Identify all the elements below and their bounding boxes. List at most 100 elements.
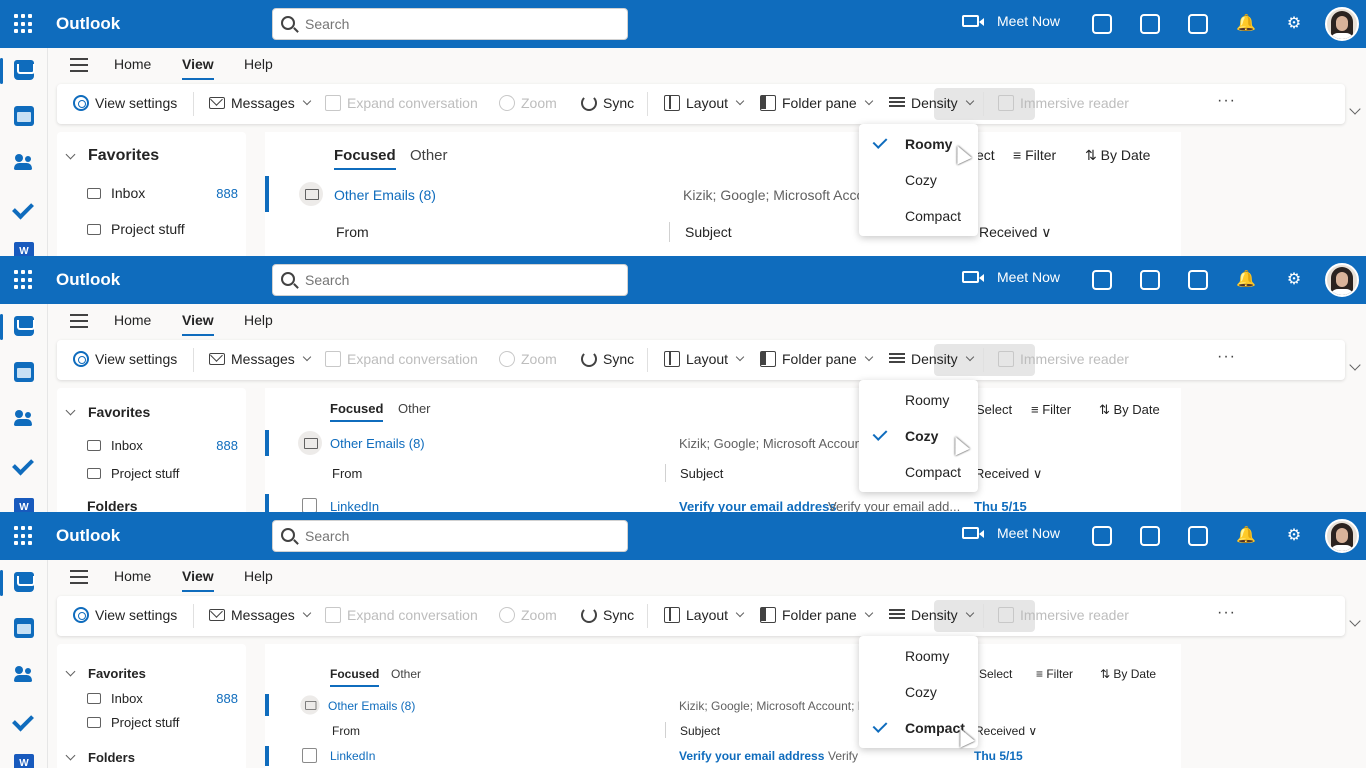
sync-button[interactable]: Sync bbox=[581, 607, 634, 623]
messages-button[interactable]: Messages bbox=[209, 351, 312, 367]
col-received[interactable]: Received ∨ bbox=[975, 466, 1042, 482]
tab-focused[interactable]: Focused bbox=[330, 667, 380, 687]
tab-view[interactable]: View bbox=[182, 568, 214, 592]
calendar-icon[interactable] bbox=[14, 618, 34, 638]
folder-project-stuff[interactable]: Project stuff bbox=[87, 715, 179, 730]
tab-home[interactable]: Home bbox=[114, 56, 151, 72]
density-option-cozy[interactable]: Cozy bbox=[859, 163, 978, 199]
tab-help[interactable]: Help bbox=[244, 568, 273, 584]
more-options-button[interactable]: ··· bbox=[1217, 348, 1236, 366]
search-input[interactable] bbox=[305, 16, 605, 32]
gear-icon[interactable]: ⚙ bbox=[1284, 526, 1304, 546]
search-box[interactable] bbox=[272, 8, 628, 40]
layout-button[interactable]: Layout bbox=[664, 607, 745, 623]
expand-conversation-button[interactable]: Expand conversation bbox=[325, 95, 478, 111]
folder-inbox[interactable]: Inbox 888 bbox=[87, 438, 246, 453]
teams-icon[interactable] bbox=[1092, 526, 1112, 546]
group-row[interactable]: Other Emails (8) Kizik; Google; Microsof… bbox=[265, 430, 1181, 456]
people-icon[interactable] bbox=[14, 152, 34, 172]
expand-conversation-button[interactable]: Expand conversation bbox=[325, 607, 478, 623]
folder-inbox[interactable]: Inbox 888 bbox=[87, 691, 246, 706]
teams-icon[interactable] bbox=[1092, 270, 1112, 290]
sync-button[interactable]: Sync bbox=[581, 95, 634, 111]
favorites-header[interactable]: Favorites bbox=[65, 404, 150, 420]
layout-button[interactable]: Layout bbox=[664, 95, 745, 111]
col-from[interactable]: From bbox=[332, 724, 360, 738]
folder-project-stuff[interactable]: Project stuff bbox=[87, 466, 179, 481]
col-subject[interactable]: Subject bbox=[680, 466, 723, 481]
app-launcher-icon[interactable] bbox=[14, 270, 34, 290]
folder-inbox[interactable]: Inbox 888 bbox=[87, 185, 246, 201]
app-launcher-icon[interactable] bbox=[14, 526, 34, 546]
layout-button[interactable]: Layout bbox=[664, 351, 745, 367]
folders-header[interactable]: Folders bbox=[65, 750, 135, 765]
collapse-ribbon-icon[interactable] bbox=[1349, 359, 1361, 371]
view-settings-button[interactable]: View settings bbox=[73, 351, 177, 367]
view-settings-button[interactable]: View settings bbox=[73, 607, 177, 623]
sort-button[interactable]: ⇅ By Date bbox=[1099, 402, 1160, 418]
gear-icon[interactable]: ⚙ bbox=[1284, 14, 1304, 34]
people-icon[interactable] bbox=[14, 408, 34, 428]
expand-conversation-button[interactable]: Expand conversation bbox=[325, 351, 478, 367]
filter-button[interactable]: ≡ Filter bbox=[1031, 402, 1071, 417]
my-day-icon[interactable] bbox=[1188, 14, 1208, 34]
word-icon[interactable]: W bbox=[14, 498, 34, 512]
onenote-icon[interactable] bbox=[1140, 526, 1160, 546]
tab-help[interactable]: Help bbox=[244, 312, 273, 328]
search-input[interactable] bbox=[305, 528, 605, 544]
teams-icon[interactable] bbox=[1092, 14, 1112, 34]
density-option-compact[interactable]: Compact bbox=[859, 199, 978, 235]
hamburger-icon[interactable] bbox=[70, 570, 88, 584]
more-options-button[interactable]: ··· bbox=[1217, 92, 1236, 110]
group-row[interactable]: Other Emails (8) Kizik; Google; Microsof… bbox=[265, 694, 1181, 716]
tab-focused[interactable]: Focused bbox=[330, 401, 384, 422]
tab-home[interactable]: Home bbox=[114, 312, 151, 328]
onenote-icon[interactable] bbox=[1140, 270, 1160, 290]
folder-pane-button[interactable]: Folder pane bbox=[760, 95, 873, 111]
table-row[interactable]: LinkedIn Verify your email address Verif… bbox=[265, 494, 1181, 512]
folders-header[interactable]: Folders bbox=[87, 498, 138, 512]
messages-button[interactable]: Messages bbox=[209, 95, 312, 111]
collapse-ribbon-icon[interactable] bbox=[1349, 103, 1361, 115]
bell-icon[interactable]: 🔔 bbox=[1236, 14, 1256, 34]
row-checkbox[interactable] bbox=[302, 748, 317, 763]
density-option-cozy[interactable]: Cozy bbox=[859, 675, 978, 711]
meet-now-button[interactable]: Meet Now bbox=[962, 525, 1060, 541]
density-option-roomy[interactable]: Roomy bbox=[859, 639, 978, 675]
tab-help[interactable]: Help bbox=[244, 56, 273, 72]
meet-now-button[interactable]: Meet Now bbox=[962, 269, 1060, 285]
select-button[interactable]: Select bbox=[979, 667, 1012, 681]
folder-pane-button[interactable]: Folder pane bbox=[760, 351, 873, 367]
select-button[interactable]: ect bbox=[976, 147, 995, 163]
todo-icon[interactable] bbox=[14, 198, 34, 218]
mail-icon[interactable] bbox=[14, 572, 35, 592]
search-box[interactable] bbox=[272, 264, 628, 296]
tab-home[interactable]: Home bbox=[114, 568, 151, 584]
density-button[interactable]: Density bbox=[889, 607, 974, 623]
search-box[interactable] bbox=[272, 520, 628, 552]
filter-button[interactable]: ≡ Filter bbox=[1013, 147, 1056, 163]
bell-icon[interactable]: 🔔 bbox=[1236, 270, 1256, 290]
my-day-icon[interactable] bbox=[1188, 526, 1208, 546]
sync-button[interactable]: Sync bbox=[581, 351, 634, 367]
hamburger-icon[interactable] bbox=[70, 314, 88, 328]
filter-button[interactable]: ≡ Filter bbox=[1036, 667, 1073, 681]
avatar[interactable] bbox=[1325, 519, 1359, 553]
todo-icon[interactable] bbox=[14, 454, 34, 474]
zoom-button[interactable]: Zoom bbox=[499, 607, 557, 623]
tab-view[interactable]: View bbox=[182, 56, 214, 80]
my-day-icon[interactable] bbox=[1188, 270, 1208, 290]
col-received[interactable]: Received ∨ bbox=[975, 724, 1037, 738]
density-option-compact[interactable]: Compact bbox=[859, 455, 978, 491]
calendar-icon[interactable] bbox=[14, 362, 34, 382]
messages-button[interactable]: Messages bbox=[209, 607, 312, 623]
people-icon[interactable] bbox=[14, 664, 34, 684]
row-checkbox[interactable] bbox=[302, 498, 317, 512]
density-button[interactable]: Density bbox=[889, 351, 974, 367]
favorites-header[interactable]: Favorites bbox=[65, 147, 159, 165]
folder-pane-button[interactable]: Folder pane bbox=[760, 607, 873, 623]
zoom-button[interactable]: Zoom bbox=[499, 95, 557, 111]
meet-now-button[interactable]: Meet Now bbox=[962, 13, 1060, 29]
folder-project-stuff[interactable]: Project stuff bbox=[87, 221, 185, 237]
tab-view[interactable]: View bbox=[182, 312, 214, 336]
